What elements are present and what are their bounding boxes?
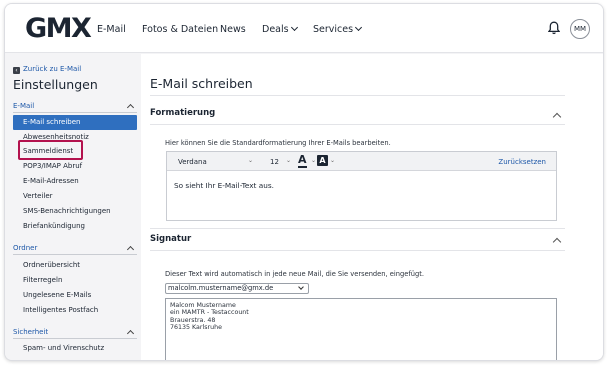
signature-line: 76135 Karlsruhe <box>170 324 222 332</box>
editor-toolbar: Verdana ⌄ 12 ⌄ A ⌄ A ⌄ Zurücksetzen <box>167 152 556 171</box>
nav-deals[interactable]: Deals <box>262 23 298 35</box>
sidebar-item-spam-virenschutz[interactable]: Spam- und Virenschutz <box>13 341 137 356</box>
nav-services[interactable]: Services <box>313 23 363 35</box>
section-email-header[interactable]: E-Mail <box>13 100 137 113</box>
font-color-icon[interactable]: A <box>298 154 307 168</box>
main-content: E-Mail schreiben Formatierung Hier könne… <box>141 54 603 360</box>
sammeldienst-highlight-box <box>18 140 83 160</box>
top-header: GMX E-Mail Fotos & Dateien News Deals Se… <box>5 4 603 53</box>
signature-panel-title[interactable]: Signatur <box>150 234 191 244</box>
nav-fotos-dateien[interactable]: Fotos & Dateien <box>142 24 218 35</box>
chevron-up-icon[interactable] <box>552 112 562 122</box>
signature-line: ein MAMTR - Testaccount <box>170 309 249 317</box>
app-window: GMX E-Mail Fotos & Dateien News Deals Se… <box>4 3 604 361</box>
divider <box>150 95 565 96</box>
nav-email[interactable]: E-Mail <box>97 24 126 35</box>
settings-sidebar: ‹ Zurück zu E-Mail Einstellungen E-Mail E… <box>5 54 141 360</box>
chevron-down-icon[interactable]: ⌄ <box>286 157 291 164</box>
chevron-down-icon[interactable]: ⌄ <box>311 157 316 164</box>
formatting-panel-title[interactable]: Formatierung <box>150 108 215 118</box>
sidebar-title: Einstellungen <box>13 77 98 92</box>
section-label: Ordner <box>13 244 38 252</box>
font-family-select[interactable]: Verdana <box>178 158 207 166</box>
background-color-icon[interactable]: A <box>317 155 328 166</box>
chevron-down-icon[interactable]: ⌄ <box>330 157 335 164</box>
sidebar-item-email-adressen[interactable]: E-Mail-Adressen <box>13 174 137 189</box>
chevron-down-icon[interactable]: ⌄ <box>248 157 253 164</box>
section-label: E-Mail <box>13 102 35 110</box>
chevron-up-icon <box>126 103 135 112</box>
section-ordner-header[interactable]: Ordner <box>13 242 137 255</box>
back-label: Zurück zu E-Mail <box>23 65 82 73</box>
chevron-up-icon <box>126 245 135 254</box>
sidebar-item-pop3-imap[interactable]: POP3/IMAP Abruf <box>13 159 137 174</box>
page-title: E-Mail schreiben <box>150 76 253 91</box>
sidebar-item-verteiler[interactable]: Verteiler <box>13 189 137 204</box>
nav-news[interactable]: News <box>220 24 246 35</box>
signature-textarea[interactable]: Malcom Mustername ein MAMTR - Testaccoun… <box>165 298 557 360</box>
chevron-up-icon <box>126 329 135 338</box>
sidebar-item-email-schreiben[interactable]: E-Mail schreiben <box>13 115 137 130</box>
chevron-down-icon <box>290 23 298 32</box>
sidebar-item-ungelesene[interactable]: Ungelesene E-Mails <box>13 288 137 303</box>
sidebar-item-filterregeln[interactable]: Filterregeln <box>13 273 137 288</box>
format-editor: Verdana ⌄ 12 ⌄ A ⌄ A ⌄ Zurücksetzen So s… <box>166 151 557 221</box>
sidebar-item-briefankuendigung[interactable]: Briefankündigung <box>13 219 137 234</box>
chevron-down-icon <box>355 23 363 32</box>
avatar[interactable]: MM <box>570 19 590 39</box>
section-sicherheit-header[interactable]: Sicherheit <box>13 326 137 339</box>
signature-line: Brauerstra. 48 <box>170 316 216 324</box>
format-preview-text[interactable]: So sieht Ihr E-Mail-Text aus. <box>174 181 274 190</box>
sidebar-item-intelligentes-postfach[interactable]: Intelligentes Postfach <box>13 303 137 318</box>
selected-address: malcolm.mustername@gmx.de <box>168 284 274 292</box>
divider <box>150 250 565 251</box>
sidebar-item-ordneruebersicht[interactable]: Ordnerübersicht <box>13 258 137 273</box>
section-label: Sicherheit <box>13 328 49 336</box>
sidebar-item-sms[interactable]: SMS-Benachrichtigungen <box>13 204 137 219</box>
signature-address-select[interactable]: malcolm.mustername@gmx.de <box>165 283 309 294</box>
bell-icon[interactable] <box>548 21 560 35</box>
chevron-up-icon[interactable] <box>552 237 562 247</box>
divider <box>150 124 565 125</box>
font-size-select[interactable]: 12 <box>270 158 279 166</box>
nav-deals-label: Deals <box>262 24 289 35</box>
signature-description: Dieser Text wird automatisch in jede neu… <box>165 270 424 278</box>
nav-services-label: Services <box>313 24 354 35</box>
divider <box>150 228 565 229</box>
back-to-email-link[interactable]: ‹ Zurück zu E-Mail <box>13 65 81 74</box>
gmx-logo[interactable]: GMX <box>25 15 92 43</box>
chevron-down-icon <box>298 284 304 290</box>
reset-button[interactable]: Zurücksetzen <box>498 158 546 166</box>
chevron-left-icon: ‹ <box>13 67 20 74</box>
signature-line: Malcom Mustername <box>170 302 236 309</box>
formatting-description: Hier können Sie die Standardformatierung… <box>165 139 391 147</box>
